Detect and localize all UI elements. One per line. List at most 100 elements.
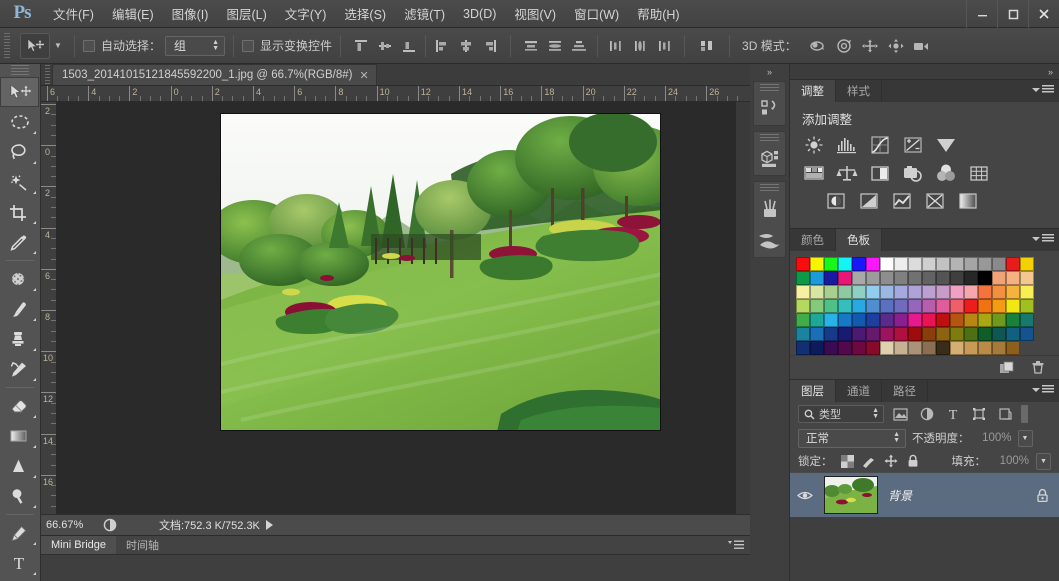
history-brush-tool[interactable]	[0, 354, 39, 384]
brush-presets-icon[interactable]	[754, 193, 785, 225]
color-swatch[interactable]	[964, 299, 978, 313]
dock-history[interactable]	[753, 81, 786, 126]
document-tab[interactable]: 1503_20141015121845592200_1.jpg @ 66.7%(…	[52, 64, 377, 85]
color-swatch[interactable]	[838, 271, 852, 285]
color-swatch[interactable]	[796, 257, 810, 271]
menu-edit[interactable]: 编辑(E)	[103, 0, 163, 28]
color-swatch[interactable]	[992, 299, 1006, 313]
color-swatch[interactable]	[824, 299, 838, 313]
preview-proxy-icon[interactable]	[103, 518, 117, 532]
fill-dropdown-icon[interactable]: ▼	[1036, 453, 1051, 470]
tab-timeline[interactable]: 时间轴	[116, 536, 169, 554]
color-swatch[interactable]	[936, 285, 950, 299]
color-swatch[interactable]	[894, 313, 908, 327]
color-swatch[interactable]	[880, 299, 894, 313]
collapse-panels-icon[interactable]: »	[1048, 67, 1053, 77]
color-swatch[interactable]	[1020, 327, 1034, 341]
levels-icon[interactable]	[835, 134, 859, 156]
dodge-tool[interactable]	[0, 481, 39, 511]
3d-orbit-icon[interactable]	[805, 35, 831, 57]
color-swatch[interactable]	[1020, 299, 1034, 313]
color-swatch[interactable]	[1020, 313, 1034, 327]
color-swatch[interactable]	[908, 299, 922, 313]
color-swatch[interactable]	[908, 341, 922, 355]
gradient-map-icon[interactable]	[956, 190, 980, 212]
options-bar-grip[interactable]	[2, 32, 12, 60]
color-swatch[interactable]	[824, 341, 838, 355]
layer-filter-select[interactable]: 类型 ▲▼	[798, 405, 884, 423]
color-swatch[interactable]	[796, 285, 810, 299]
zoom-level-field[interactable]: 66.67%	[41, 519, 103, 531]
close-icon[interactable]: ✕	[359, 69, 368, 82]
color-swatch[interactable]	[950, 271, 964, 285]
color-swatch[interactable]	[950, 327, 964, 341]
3d-roll-icon[interactable]	[831, 35, 857, 57]
swatches-panel-menu-icon[interactable]	[1032, 234, 1054, 243]
color-swatch[interactable]	[866, 327, 880, 341]
color-swatch[interactable]	[992, 341, 1006, 355]
distribute-vertical-center-icon[interactable]	[544, 35, 566, 57]
color-swatch[interactable]	[880, 341, 894, 355]
color-swatch[interactable]	[810, 271, 824, 285]
auto-select-checkbox[interactable]	[83, 40, 95, 52]
color-swatch[interactable]	[810, 341, 824, 355]
align-top-edges-icon[interactable]	[350, 35, 372, 57]
auto-align-layers-icon[interactable]	[694, 35, 720, 57]
show-transform-checkbox[interactable]	[242, 40, 254, 52]
canvas-vertical-scrollbar[interactable]	[735, 102, 750, 543]
dock-brush-presets[interactable]	[753, 181, 786, 258]
tools-panel-grip[interactable]	[11, 65, 29, 75]
color-swatch[interactable]	[950, 285, 964, 299]
fill-value[interactable]: 100%	[993, 455, 1029, 467]
color-swatch[interactable]	[810, 285, 824, 299]
color-swatch[interactable]	[978, 313, 992, 327]
blend-mode-select[interactable]: 正常 ▲▼	[798, 429, 906, 448]
menu-image[interactable]: 图像(I)	[163, 0, 218, 28]
align-vertical-centers-icon[interactable]	[374, 35, 396, 57]
menu-layer[interactable]: 图层(L)	[217, 0, 275, 28]
color-swatch[interactable]	[922, 285, 936, 299]
distribute-right-icon[interactable]	[653, 35, 675, 57]
color-swatch[interactable]	[852, 299, 866, 313]
filter-type-icon[interactable]: T	[943, 405, 962, 423]
brightness-contrast-icon[interactable]	[802, 134, 826, 156]
hue-saturation-icon[interactable]	[802, 162, 826, 184]
color-swatch[interactable]	[796, 327, 810, 341]
menu-type[interactable]: 文字(Y)	[276, 0, 336, 28]
color-swatch[interactable]	[894, 327, 908, 341]
menu-window[interactable]: 窗口(W)	[565, 0, 628, 28]
vibrance-icon[interactable]	[934, 134, 958, 156]
filter-adjustment-icon[interactable]	[917, 405, 936, 423]
color-swatch[interactable]	[936, 271, 950, 285]
color-swatch[interactable]	[824, 257, 838, 271]
lock-transparency-icon[interactable]	[840, 454, 855, 469]
color-swatch[interactable]	[978, 327, 992, 341]
color-swatch[interactable]	[894, 257, 908, 271]
color-swatch[interactable]	[838, 257, 852, 271]
color-swatch[interactable]	[838, 299, 852, 313]
color-swatch[interactable]	[880, 285, 894, 299]
color-swatch[interactable]	[922, 271, 936, 285]
marquee-tool[interactable]	[0, 107, 39, 137]
color-swatch[interactable]	[964, 285, 978, 299]
color-swatch[interactable]	[950, 341, 964, 355]
color-swatch[interactable]	[922, 327, 936, 341]
color-swatch[interactable]	[1006, 285, 1020, 299]
align-horizontal-centers-icon[interactable]	[455, 35, 477, 57]
lock-image-icon[interactable]	[862, 454, 877, 469]
maximize-button[interactable]	[997, 0, 1028, 28]
color-swatch[interactable]	[950, 313, 964, 327]
color-swatch[interactable]	[908, 271, 922, 285]
color-swatch[interactable]	[810, 327, 824, 341]
color-swatch[interactable]	[796, 271, 810, 285]
color-swatch[interactable]	[852, 313, 866, 327]
color-swatch[interactable]	[1006, 271, 1020, 285]
bottom-panel-menu-icon[interactable]	[728, 540, 744, 550]
clone-stamp-tool[interactable]	[0, 324, 39, 354]
layer-name[interactable]: 背景	[888, 487, 1026, 504]
layer-visibility-icon[interactable]	[796, 490, 814, 501]
menu-view[interactable]: 视图(V)	[505, 0, 565, 28]
color-swatch[interactable]	[852, 327, 866, 341]
color-swatch[interactable]	[894, 271, 908, 285]
close-button[interactable]	[1028, 0, 1059, 28]
